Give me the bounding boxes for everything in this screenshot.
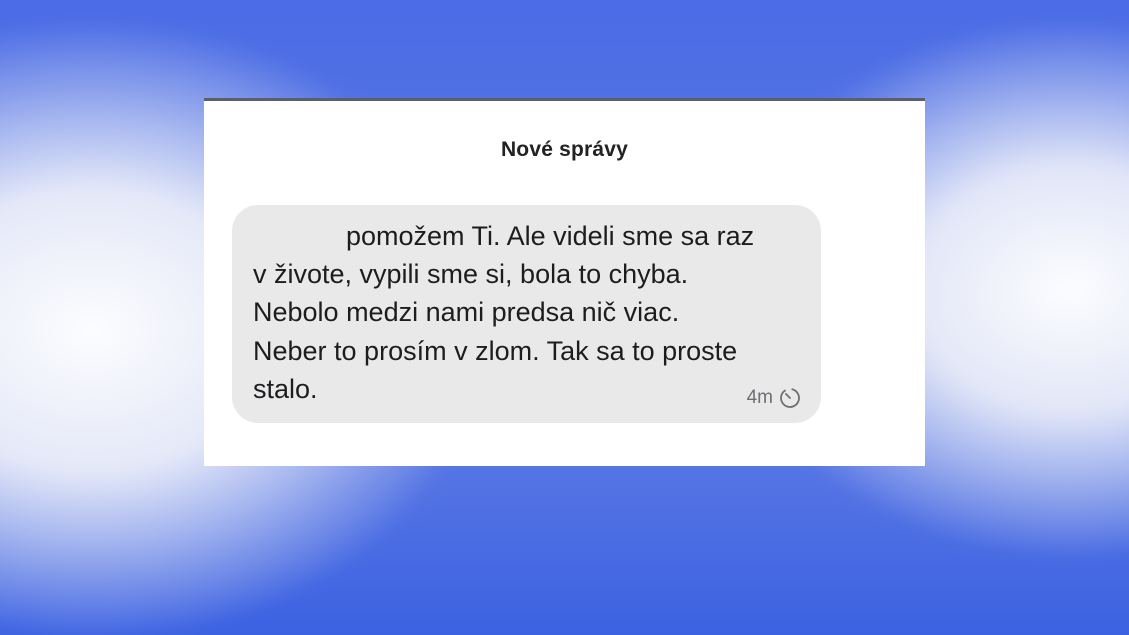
message-line: stalo. bbox=[253, 374, 318, 404]
card-title: Nové správy bbox=[500, 138, 629, 161]
message-line: Neber to prosím v zlom. Tak sa to proste bbox=[253, 336, 738, 366]
message-line: Nebolo medzi nami predsa nič viac. bbox=[253, 297, 680, 327]
message-bubble[interactable]: pomožem Ti. Ale videli sme sa raz v živo… bbox=[232, 205, 821, 423]
timer-icon bbox=[779, 387, 801, 409]
message-line: pomožem Ti. Ale videli sme sa raz bbox=[346, 221, 755, 251]
new-messages-card: Nové správy pomožem Ti. Ale videli sme s… bbox=[204, 98, 925, 466]
message-time: 4m bbox=[746, 387, 773, 408]
message-meta: 4m bbox=[747, 387, 801, 409]
message-line: v živote, vypili sme si, bola to chyba. bbox=[253, 259, 689, 289]
